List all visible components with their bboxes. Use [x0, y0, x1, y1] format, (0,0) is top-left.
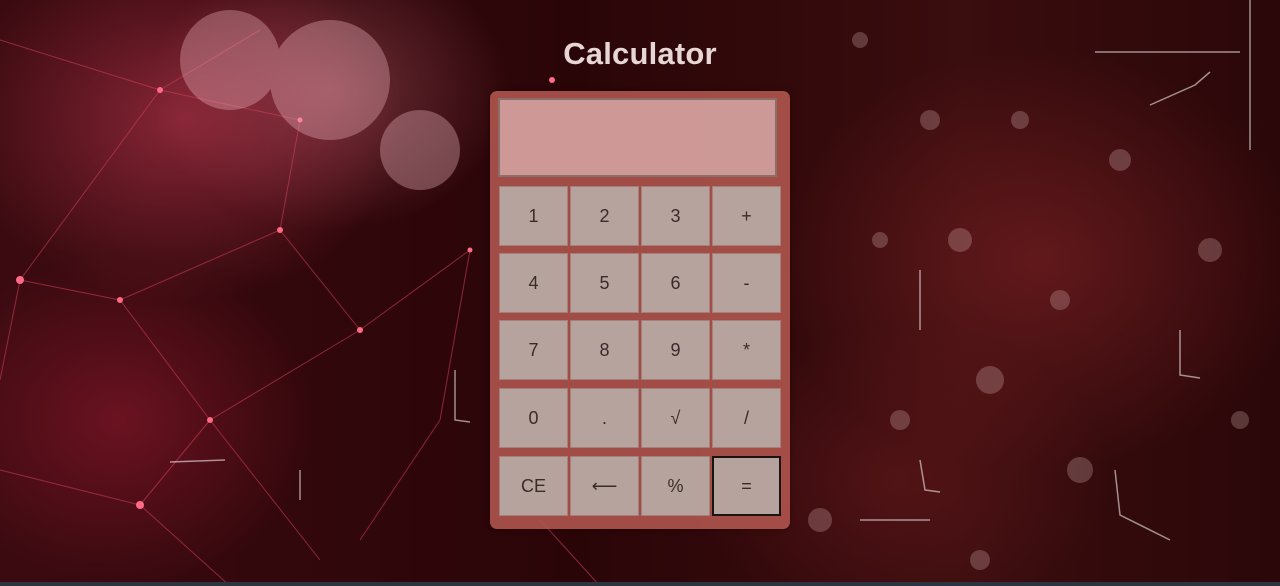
- key-sqrt[interactable]: √: [641, 388, 710, 448]
- key-minus[interactable]: -: [712, 253, 781, 313]
- key-6[interactable]: 6: [641, 253, 710, 313]
- key-plus[interactable]: +: [712, 186, 781, 246]
- bottom-edge-bar: [0, 582, 1280, 586]
- key-4[interactable]: 4: [499, 253, 568, 313]
- key-1[interactable]: 1: [499, 186, 568, 246]
- key-5[interactable]: 5: [570, 253, 639, 313]
- key-8[interactable]: 8: [570, 320, 639, 380]
- page-title: Calculator: [563, 36, 717, 71]
- key-divide[interactable]: /: [712, 388, 781, 448]
- calculator-panel: 1 2 3 + 4 5 6 - 7 8 9 * 0 . √ / CE ⟵ % =: [490, 91, 790, 529]
- key-backspace[interactable]: ⟵: [570, 456, 639, 516]
- key-2[interactable]: 2: [570, 186, 639, 246]
- key-equals[interactable]: =: [712, 456, 781, 516]
- key-0[interactable]: 0: [499, 388, 568, 448]
- key-7[interactable]: 7: [499, 320, 568, 380]
- display-input[interactable]: [498, 98, 777, 177]
- key-clear-entry[interactable]: CE: [499, 456, 568, 516]
- key-9[interactable]: 9: [641, 320, 710, 380]
- key-3[interactable]: 3: [641, 186, 710, 246]
- key-decimal[interactable]: .: [570, 388, 639, 448]
- key-percent[interactable]: %: [641, 456, 710, 516]
- key-multiply[interactable]: *: [712, 320, 781, 380]
